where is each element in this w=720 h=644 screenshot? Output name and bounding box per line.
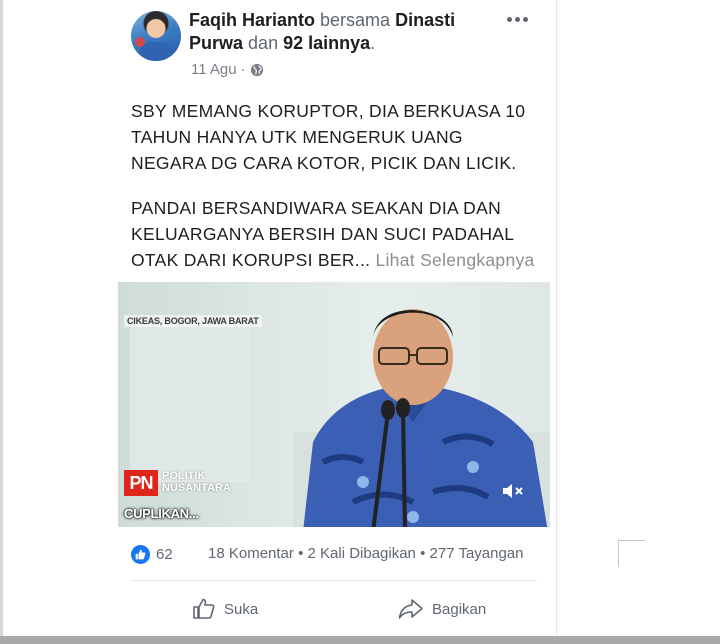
truncated-text: OTAK DARI KORUPSI BER... <box>131 250 371 271</box>
with-word: bersama <box>320 10 391 30</box>
video-player[interactable]: CIKEAS, BOGOR, JAWA BARAT PN POLITIK NUS… <box>118 282 550 527</box>
dot-icon <box>514 16 520 22</box>
engagement-bar: 62 18 Komentar • 2 Kali Dibagikan • 277 … <box>131 540 541 568</box>
thumbs-up-icon <box>193 598 215 619</box>
share-button[interactable]: Bagikan <box>398 596 486 622</box>
text-line: TAHUN HANYA UTK MENGERUK UANG <box>131 127 463 148</box>
screen-edge-bottom <box>0 636 720 644</box>
see-more-link[interactable]: Lihat Selengkapnya <box>375 250 534 270</box>
location-caption: CIKEAS, BOGOR, JAWA BARAT <box>124 315 262 327</box>
text-line: PANDAI BERSANDIWARA SEAKAN DIA DAN <box>131 197 502 218</box>
like-reaction-icon <box>131 544 150 564</box>
screen-edge-left <box>0 0 3 644</box>
channel-logo: PN <box>124 470 158 496</box>
video-caption: CUPLIKAN... <box>124 506 199 521</box>
share-label: Bagikan <box>432 600 487 618</box>
post-header: Faqih Harianto bersama Dinasti Purwa dan… <box>189 10 456 53</box>
like-label: Suka <box>224 600 259 618</box>
post-meta: 11 Agu · <box>191 61 264 78</box>
more-options-button[interactable] <box>506 12 528 26</box>
and-word: dan <box>248 33 279 53</box>
post-text: SBY MEMANG KORUPTOR, DIA BERKUASA 10 TAH… <box>131 98 551 273</box>
text-line: SBY MEMANG KORUPTOR, DIA BERKUASA 10 <box>131 101 526 121</box>
background-window <box>130 322 250 482</box>
author-name[interactable]: Faqih Harianto <box>189 10 315 30</box>
channel-name: POLITIK NUSANTARA <box>162 470 231 494</box>
share-count[interactable]: 2 Kali Dibagikan <box>308 545 416 562</box>
text-line: NEGARA DG CARA KOTOR, PICIK DAN LICIK. <box>131 153 517 174</box>
globe-icon <box>250 63 263 76</box>
comment-count[interactable]: 18 Komentar <box>208 545 294 562</box>
like-count[interactable]: 62 <box>156 546 173 563</box>
view-count: 277 Tayangan <box>429 545 524 562</box>
post-date[interactable]: 11 Agu <box>191 61 237 78</box>
text-line: OTAK DARI KORUPSI BER... Lihat Selengkap… <box>131 247 551 273</box>
post-stats: 18 Komentar • 2 Kali Dibagikan • 277 Tay… <box>208 545 524 562</box>
dot-icon <box>506 16 512 22</box>
author-avatar[interactable] <box>131 11 181 61</box>
muted-speaker-icon[interactable] <box>501 481 527 501</box>
share-arrow-icon <box>398 599 423 619</box>
divider <box>131 580 537 581</box>
card-edge <box>556 0 557 636</box>
crop-corner-mark <box>618 540 645 567</box>
like-button[interactable]: Suka <box>192 596 258 622</box>
dot-icon <box>522 16 528 22</box>
text-line: KELUARGANYA BERSIH DAN SUCI PADAHAL <box>131 223 515 244</box>
tagged-others-link[interactable]: 92 lainnya <box>283 33 370 53</box>
